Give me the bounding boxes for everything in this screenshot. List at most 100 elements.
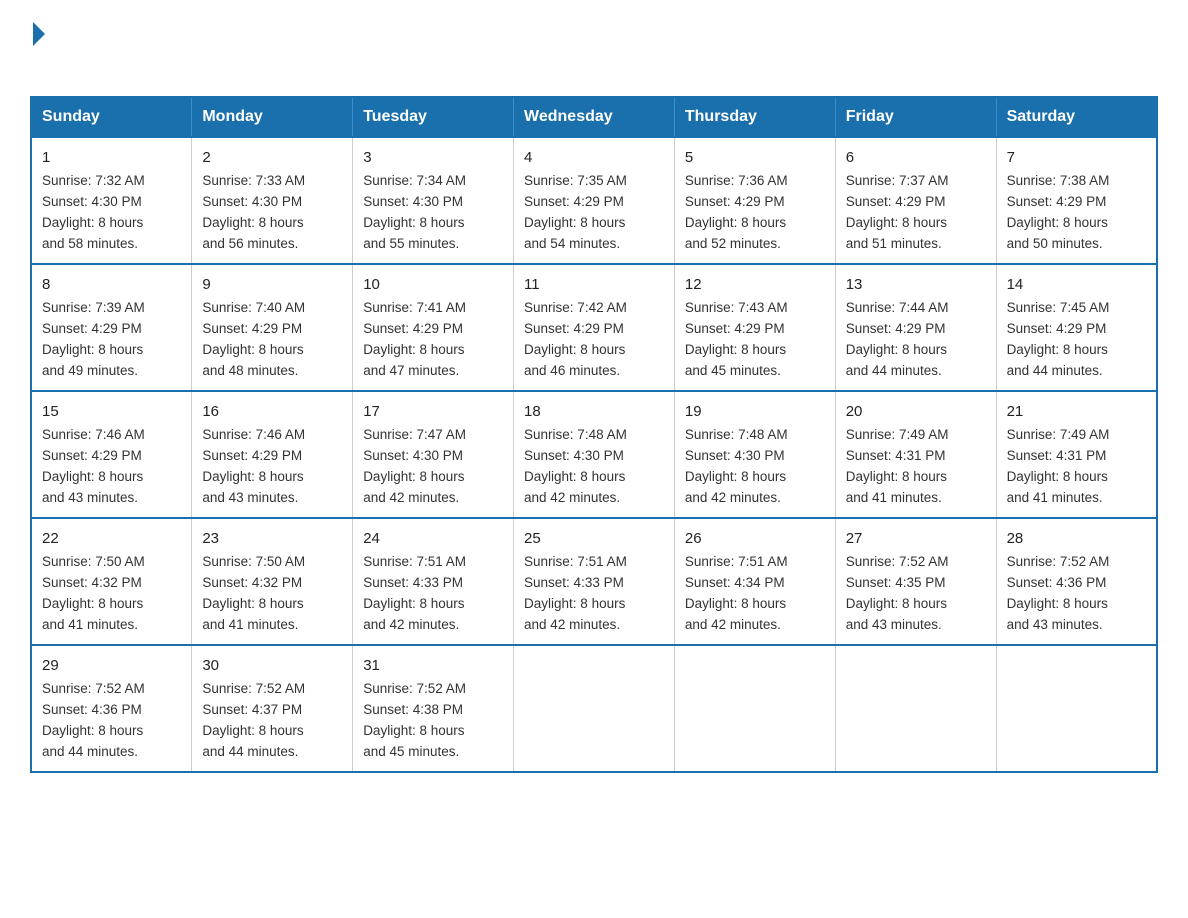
calendar-cell: 13Sunrise: 7:44 AMSunset: 4:29 PMDayligh…: [835, 264, 996, 391]
calendar-cell: 3Sunrise: 7:34 AMSunset: 4:30 PMDaylight…: [353, 137, 514, 264]
day-number: 31: [363, 654, 503, 677]
calendar-cell: 11 Sunrise: 7:42 AMSunset: 4:29 PMDayligh…: [514, 264, 675, 391]
calendar-cell: 16 Sunrise: 7:46 AMSunset: 4:29 PMDayligh…: [192, 391, 353, 518]
day-number: 25: [524, 527, 664, 550]
calendar-week-row: 1 Sunrise: 7:32 AMSunset: 4:30 PMDaylight…: [31, 137, 1157, 264]
calendar-week-row: 8 Sunrise: 7:39 AMSunset: 4:29 PMDaylight…: [31, 264, 1157, 391]
day-number: 11: [524, 273, 664, 296]
calendar-cell: [835, 645, 996, 772]
calendar-cell: 21 Sunrise: 7:49 AMSunset: 4:31 PMDayligh…: [996, 391, 1157, 518]
day-number: 28: [1007, 527, 1146, 550]
logo-arrow-icon: [33, 22, 45, 46]
day-info: Sunrise: 7:52 AMSunset: 4:35 PMDaylight:…: [846, 554, 949, 632]
day-number: 30: [202, 654, 342, 677]
calendar-cell: 23 Sunrise: 7:50 AMSunset: 4:32 PMDayligh…: [192, 518, 353, 645]
calendar-cell: 25 Sunrise: 7:51 AMSunset: 4:33 PMDayligh…: [514, 518, 675, 645]
day-info: Sunrise: 7:50 AMSunset: 4:32 PMDaylight:…: [42, 554, 145, 632]
calendar-cell: 12 Sunrise: 7:43 AMSunset: 4:29 PMDayligh…: [674, 264, 835, 391]
day-info: Sunrise: 7:50 AMSunset: 4:32 PMDaylight:…: [202, 554, 305, 632]
day-number: 8: [42, 273, 181, 296]
calendar-cell: 6Sunrise: 7:37 AMSunset: 4:29 PMDaylight…: [835, 137, 996, 264]
weekday-header-thursday: Thursday: [674, 97, 835, 137]
calendar-cell: 2 Sunrise: 7:33 AMSunset: 4:30 PMDaylight…: [192, 137, 353, 264]
calendar-week-row: 15 Sunrise: 7:46 AMSunset: 4:29 PMDayligh…: [31, 391, 1157, 518]
day-number: 26: [685, 527, 825, 550]
calendar-week-row: 22Sunrise: 7:50 AMSunset: 4:32 PMDayligh…: [31, 518, 1157, 645]
day-number: 12: [685, 273, 825, 296]
day-info: Sunrise: 7:45 AMSunset: 4:29 PMDaylight:…: [1007, 300, 1110, 378]
day-number: 15: [42, 400, 181, 423]
day-number: 21: [1007, 400, 1146, 423]
day-info: Sunrise: 7:46 AMSunset: 4:29 PMDaylight:…: [202, 427, 305, 505]
calendar-cell: 31 Sunrise: 7:52 AMSunset: 4:38 PMDayligh…: [353, 645, 514, 772]
day-number: 23: [202, 527, 342, 550]
calendar-cell: 17 Sunrise: 7:47 AMSunset: 4:30 PMDayligh…: [353, 391, 514, 518]
calendar-cell: 24 Sunrise: 7:51 AMSunset: 4:33 PMDayligh…: [353, 518, 514, 645]
calendar-cell: 14 Sunrise: 7:45 AMSunset: 4:29 PMDayligh…: [996, 264, 1157, 391]
page-header: [30, 20, 1158, 78]
calendar-cell: 15 Sunrise: 7:46 AMSunset: 4:29 PMDayligh…: [31, 391, 192, 518]
logo: [30, 20, 45, 78]
day-number: 7: [1007, 146, 1146, 169]
day-number: 10: [363, 273, 503, 296]
calendar-cell: 26 Sunrise: 7:51 AMSunset: 4:34 PMDayligh…: [674, 518, 835, 645]
day-info: Sunrise: 7:51 AMSunset: 4:33 PMDaylight:…: [363, 554, 466, 632]
weekday-header-row: SundayMondayTuesdayWednesdayThursdayFrid…: [31, 97, 1157, 137]
day-info: Sunrise: 7:51 AMSunset: 4:33 PMDaylight:…: [524, 554, 627, 632]
day-info: Sunrise: 7:52 AMSunset: 4:38 PMDaylight:…: [363, 681, 466, 759]
day-number: 20: [846, 400, 986, 423]
day-info: Sunrise: 7:52 AMSunset: 4:37 PMDaylight:…: [202, 681, 305, 759]
day-info: Sunrise: 7:34 AMSunset: 4:30 PMDaylight:…: [363, 173, 466, 251]
day-info: Sunrise: 7:32 AMSunset: 4:30 PMDaylight:…: [42, 173, 145, 251]
calendar-cell: [996, 645, 1157, 772]
calendar-table: SundayMondayTuesdayWednesdayThursdayFrid…: [30, 96, 1158, 773]
day-number: 16: [202, 400, 342, 423]
day-info: Sunrise: 7:39 AMSunset: 4:29 PMDaylight:…: [42, 300, 145, 378]
day-info: Sunrise: 7:48 AMSunset: 4:30 PMDaylight:…: [524, 427, 627, 505]
calendar-cell: 7 Sunrise: 7:38 AMSunset: 4:29 PMDaylight…: [996, 137, 1157, 264]
day-info: Sunrise: 7:38 AMSunset: 4:29 PMDaylight:…: [1007, 173, 1110, 251]
day-info: Sunrise: 7:40 AMSunset: 4:29 PMDaylight:…: [202, 300, 305, 378]
day-number: 18: [524, 400, 664, 423]
weekday-header-sunday: Sunday: [31, 97, 192, 137]
calendar-cell: 10Sunrise: 7:41 AMSunset: 4:29 PMDayligh…: [353, 264, 514, 391]
calendar-cell: 28 Sunrise: 7:52 AMSunset: 4:36 PMDayligh…: [996, 518, 1157, 645]
day-info: Sunrise: 7:49 AMSunset: 4:31 PMDaylight:…: [846, 427, 949, 505]
calendar-cell: 1 Sunrise: 7:32 AMSunset: 4:30 PMDaylight…: [31, 137, 192, 264]
calendar-cell: 19 Sunrise: 7:48 AMSunset: 4:30 PMDayligh…: [674, 391, 835, 518]
calendar-cell: [674, 645, 835, 772]
day-number: 27: [846, 527, 986, 550]
day-info: Sunrise: 7:43 AMSunset: 4:29 PMDaylight:…: [685, 300, 788, 378]
day-number: 9: [202, 273, 342, 296]
day-number: 17: [363, 400, 503, 423]
day-number: 14: [1007, 273, 1146, 296]
calendar-cell: 20 Sunrise: 7:49 AMSunset: 4:31 PMDayligh…: [835, 391, 996, 518]
logo-blue-text: [32, 46, 34, 78]
calendar-cell: 8 Sunrise: 7:39 AMSunset: 4:29 PMDaylight…: [31, 264, 192, 391]
day-number: 19: [685, 400, 825, 423]
day-info: Sunrise: 7:44 AMSunset: 4:29 PMDaylight:…: [846, 300, 949, 378]
calendar-cell: 22Sunrise: 7:50 AMSunset: 4:32 PMDayligh…: [31, 518, 192, 645]
day-info: Sunrise: 7:33 AMSunset: 4:30 PMDaylight:…: [202, 173, 305, 251]
day-number: 24: [363, 527, 503, 550]
day-number: 2: [202, 146, 342, 169]
day-number: 29: [42, 654, 181, 677]
day-info: Sunrise: 7:48 AMSunset: 4:30 PMDaylight:…: [685, 427, 788, 505]
day-number: 1: [42, 146, 181, 169]
weekday-header-tuesday: Tuesday: [353, 97, 514, 137]
calendar-cell: 30 Sunrise: 7:52 AMSunset: 4:37 PMDayligh…: [192, 645, 353, 772]
calendar-cell: 5 Sunrise: 7:36 AMSunset: 4:29 PMDaylight…: [674, 137, 835, 264]
weekday-header-wednesday: Wednesday: [514, 97, 675, 137]
day-info: Sunrise: 7:36 AMSunset: 4:29 PMDaylight:…: [685, 173, 788, 251]
day-info: Sunrise: 7:37 AMSunset: 4:29 PMDaylight:…: [846, 173, 949, 251]
day-info: Sunrise: 7:42 AMSunset: 4:29 PMDaylight:…: [524, 300, 627, 378]
day-info: Sunrise: 7:47 AMSunset: 4:30 PMDaylight:…: [363, 427, 466, 505]
day-info: Sunrise: 7:46 AMSunset: 4:29 PMDaylight:…: [42, 427, 145, 505]
day-number: 4: [524, 146, 664, 169]
day-info: Sunrise: 7:49 AMSunset: 4:31 PMDaylight:…: [1007, 427, 1110, 505]
logo-general: [30, 20, 45, 46]
day-info: Sunrise: 7:51 AMSunset: 4:34 PMDaylight:…: [685, 554, 788, 632]
day-info: Sunrise: 7:52 AMSunset: 4:36 PMDaylight:…: [1007, 554, 1110, 632]
calendar-cell: 29Sunrise: 7:52 AMSunset: 4:36 PMDayligh…: [31, 645, 192, 772]
day-number: 5: [685, 146, 825, 169]
